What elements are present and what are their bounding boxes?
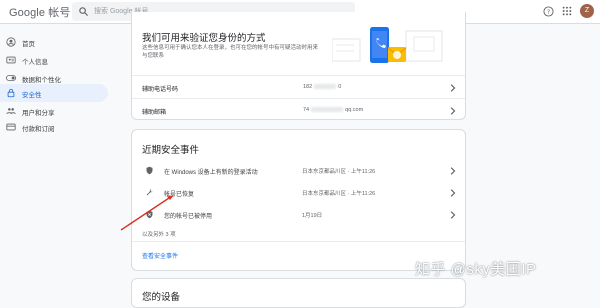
row-label: 辅助电话号码 (142, 87, 179, 93)
product-name: 帐号 (48, 7, 71, 19)
help-icon[interactable]: ? (543, 6, 554, 17)
card-title: 近期安全事件 (142, 145, 200, 156)
svg-text:?: ? (547, 9, 550, 16)
lock-icon (7, 88, 15, 98)
security-event-row[interactable]: 帐号已恢复 日本东京都品川区 · 上午11:26 (132, 182, 465, 204)
chevron-right-icon (450, 167, 456, 175)
chevron-right-icon (450, 84, 456, 92)
toggle-icon (6, 75, 16, 81)
credit-card-icon (6, 123, 16, 131)
recovery-phone-row[interactable]: 辅助电话号码 182 0 (132, 75, 465, 99)
watermark-text: 知乎 @sky美国IP (415, 261, 537, 278)
verification-methods-card: 我们可用来验证您身份的方式 这些信息可用于确认您本人在登录，也可在您的帐号中有可… (131, 12, 466, 120)
shield-x-icon (146, 210, 153, 219)
account-circle-icon (6, 37, 16, 47)
more-events-count: 以及另外 3 项 (142, 232, 176, 238)
chevron-right-icon (450, 107, 456, 115)
security-event-row[interactable]: 在 Windows 设备上有新的登录活动 日本东京都品川区 · 上午11:26 (132, 160, 465, 182)
sidebar: 首页 个人信息 数据和个性化 安全性 用户和分享 付款和订阅 (0, 24, 112, 299)
people-icon (6, 108, 16, 115)
sidebar-item-label: 付款和订阅 (22, 126, 55, 133)
security-event-row[interactable]: 您的帐号已被停用 1月19日 (132, 204, 465, 226)
event-date: 1月19日 (302, 213, 323, 219)
sidebar-item-label: 个人信息 (22, 59, 48, 66)
google-account-logo[interactable]: Google 帐号 (9, 4, 70, 20)
apps-grid-icon[interactable] (562, 6, 572, 16)
sidebar-item-label: 安全性 (22, 92, 42, 99)
event-text: 您的帐号已被停用 (164, 214, 213, 220)
sidebar-item-home[interactable]: 首页 (0, 33, 108, 51)
wrench-icon (146, 189, 153, 196)
divider (132, 241, 465, 242)
event-date: 日本东京都品川区 · 上午11:26 (302, 169, 376, 175)
review-security-events-link[interactable]: 查看安全事件 (142, 251, 178, 260)
row-label: 辅助邮箱 (142, 110, 167, 116)
shield-icon (146, 166, 153, 175)
event-date: 日本东京都品川区 · 上午11:26 (302, 191, 376, 197)
row-value: 74 qq.com (303, 107, 364, 113)
sidebar-item-personal-info[interactable]: 个人信息 (0, 51, 108, 69)
sidebar-item-security[interactable]: 安全性 (0, 84, 108, 102)
sidebar-item-label: 用户和分享 (22, 110, 55, 117)
chevron-right-icon (450, 211, 456, 219)
sidebar-item-payments[interactable]: 付款和订阅 (0, 118, 108, 136)
id-card-icon (6, 56, 16, 64)
avatar[interactable]: Z (580, 4, 594, 18)
recent-security-events-card: 近期安全事件 在 Windows 设备上有新的登录活动 日本东京都品川区 · 上… (131, 129, 466, 271)
card-title: 我们可用来验证您身份的方式 (142, 33, 266, 44)
your-devices-card: 您的设备 (131, 278, 466, 308)
card-title: 您的设备 (142, 292, 181, 303)
search-icon (79, 7, 89, 17)
card-description: 这些信息可用于确认您本人在登录，也可在您的帐号中有可疑活动时用来与您联系 (142, 45, 319, 59)
phone-mail-illustration (332, 27, 443, 63)
event-text: 在 Windows 设备上有新的登录活动 (164, 170, 258, 176)
sidebar-item-label: 首页 (22, 41, 35, 48)
sidebar-item-label: 数据和个性化 (22, 77, 61, 84)
row-value: 182 0 (303, 84, 342, 90)
chevron-right-icon (450, 189, 456, 197)
event-text: 帐号已恢复 (164, 192, 195, 198)
recovery-email-row[interactable]: 辅助邮箱 74 qq.com (132, 98, 465, 122)
google-wordmark: Google (9, 7, 46, 19)
